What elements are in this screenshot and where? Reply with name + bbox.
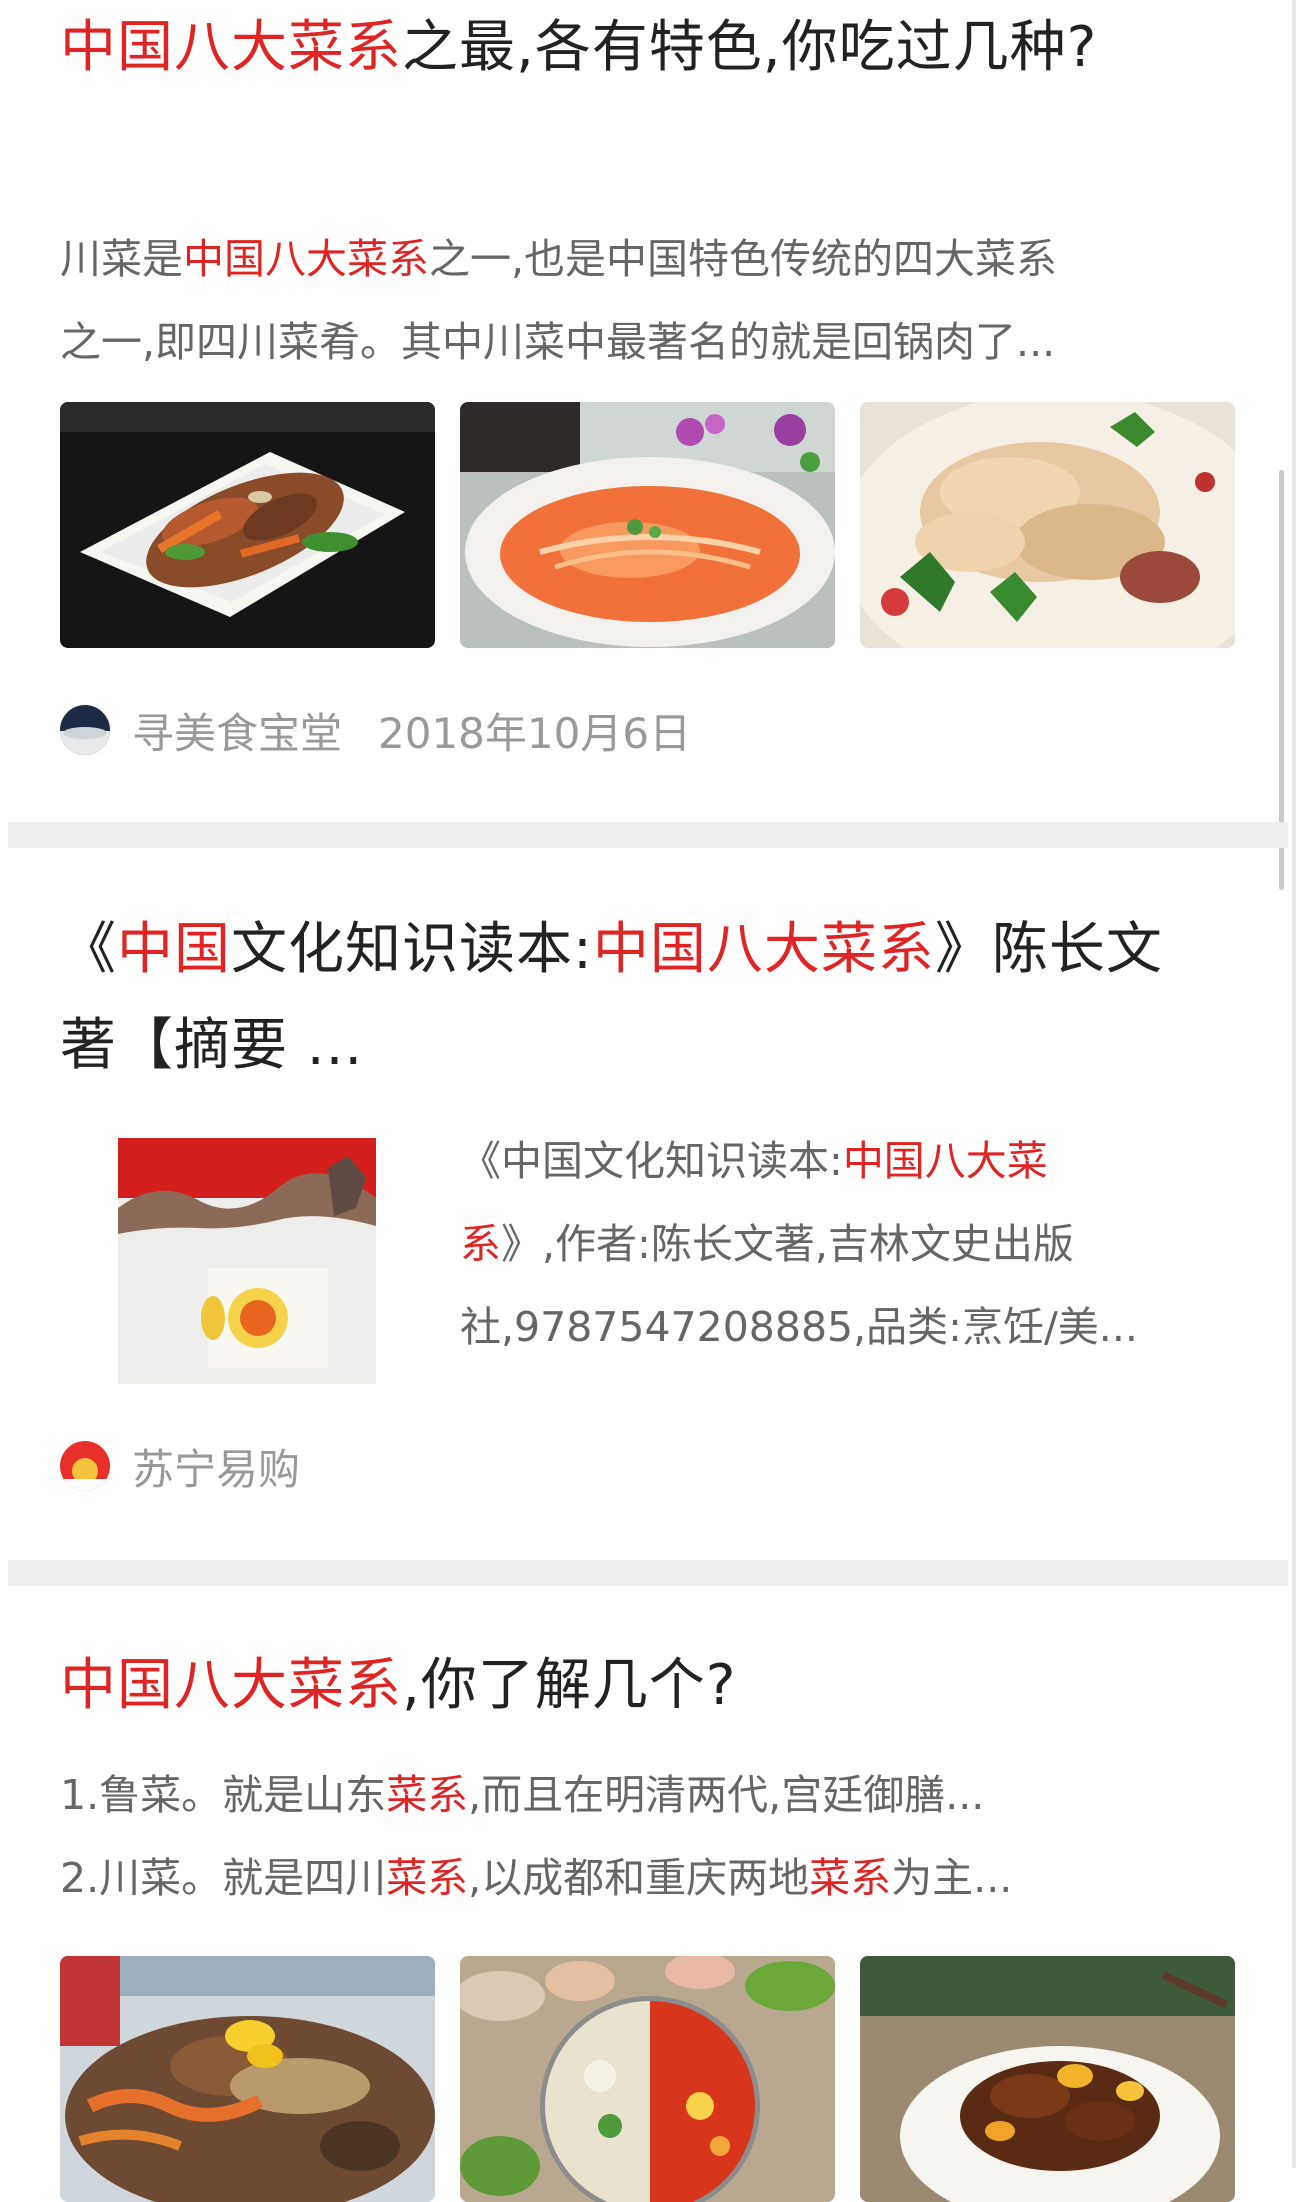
abstract-highlight: 菜系 (386, 1854, 469, 1902)
publish-date: 2018年10月6日 (378, 708, 692, 758)
title-highlight: 中国八大菜系 (60, 1653, 402, 1718)
abstract-text: 为主... (891, 1854, 1013, 1902)
abstract-line: 《中国文化知识读本:中国八大菜 (460, 1120, 1202, 1203)
result-title[interactable]: 中国八大菜系,你了解几个? (60, 1638, 1210, 1734)
result-abstract: 1.鲁菜。就是山东菜系,而且在明清两代,宫廷御膳... 2.川菜。就是四川菜系,… (60, 1754, 1240, 1920)
result-title[interactable]: 《中国文化知识读本:中国八大菜系》陈长文著【摘要 ... (60, 902, 1210, 1094)
abstract-highlight: 菜系 (386, 1771, 469, 1819)
title-highlight: 中国八大菜系 (592, 917, 935, 982)
abstract-line: 社,9787547208885,品类:烹饪/美... (460, 1303, 1138, 1351)
abstract-highlight: 菜系 (809, 1854, 892, 1902)
card-divider (8, 822, 1288, 848)
abstract-text: 1.鲁菜。就是山东 (60, 1771, 387, 1819)
image-row (60, 402, 1236, 648)
abstract-highlight: 系 (460, 1220, 501, 1268)
result-title[interactable]: 中国八大菜系之最,各有特色,你吃过几种? (60, 0, 1210, 96)
thumbnail-hotpot[interactable] (460, 1956, 835, 2202)
book-cover-thumbnail[interactable] (118, 1138, 376, 1384)
title-highlight: 中国八大菜系 (60, 15, 402, 80)
result-card-3[interactable]: 中国八大菜系,你了解几个? 1.鲁菜。就是山东菜系,而且在明清两代,宫廷御膳..… (0, 1586, 1280, 2202)
title-text: 之最,各有特色,你吃过几种? (402, 15, 1098, 80)
abstract-text: 川菜是 (60, 235, 183, 283)
result-card-1[interactable]: 中国八大菜系之最,各有特色,你吃过几种? 川菜是中国八大菜系之一,也是中国特色传… (0, 0, 1280, 830)
abstract-line: 之一,即四川菜肴。其中川菜中最著名的就是回锅肉了... (60, 318, 1056, 366)
result-source: 寻美食宝堂 2018年10月6日 (60, 700, 691, 760)
title-highlight: 中国 (117, 917, 231, 982)
thumbnail-stir-fried-pork[interactable] (60, 402, 435, 648)
abstract-text: 》,作者:陈长文著,吉林文史出版 (501, 1220, 1074, 1268)
title-text: 《 (60, 917, 117, 982)
abstract-line: 川菜是中国八大菜系之一,也是中国特色传统的四大菜系 (60, 218, 1240, 301)
abstract-highlight: 中国八大菜 (842, 1137, 1048, 1185)
result-abstract: 川菜是中国八大菜系之一,也是中国特色传统的四大菜系 之一,即四川菜肴。其中川菜中… (60, 218, 1240, 384)
abstract-line: 2.川菜。就是四川菜系,以成都和重庆两地菜系为主... (60, 1837, 1240, 1920)
abstract-text: 《中国文化知识读本: (460, 1137, 843, 1185)
abstract-line: 1.鲁菜。就是山东菜系,而且在明清两代,宫廷御膳... (60, 1754, 1240, 1837)
source-name[interactable]: 寻美食宝堂 (132, 700, 342, 761)
result-source: 苏宁易购 (60, 1436, 300, 1496)
abstract-text: ,以成都和重庆两地 (468, 1854, 810, 1902)
source-avatar (60, 705, 110, 755)
abstract-text: 2.川菜。就是四川 (60, 1854, 387, 1902)
title-text: 文化知识读本: (231, 917, 593, 982)
source-avatar (60, 1441, 110, 1491)
abstract-line: 系》,作者:陈长文著,吉林文史出版 (460, 1203, 1202, 1286)
thumbnail-braised-meat[interactable] (860, 1956, 1235, 2202)
abstract-text: ,而且在明清两代,宫廷御膳... (468, 1771, 985, 1819)
card-divider (8, 1560, 1288, 1586)
source-name[interactable]: 苏宁易购 (132, 1436, 300, 1497)
image-row (60, 1956, 1236, 2202)
result-abstract: 《中国文化知识读本:中国八大菜 系》,作者:陈长文著,吉林文史出版 社,9787… (460, 1120, 1202, 1369)
abstract-highlight: 中国八大菜系 (183, 235, 429, 283)
abstract-text: 之一,也是中国特色传统的四大菜系 (429, 235, 1058, 283)
thumbnail-seafood-platter[interactable] (60, 1956, 435, 2202)
thumbnail-soup-bowl[interactable] (460, 402, 835, 648)
thumbnail-chicken-dish[interactable] (860, 402, 1235, 648)
title-text: ,你了解几个? (402, 1653, 737, 1718)
